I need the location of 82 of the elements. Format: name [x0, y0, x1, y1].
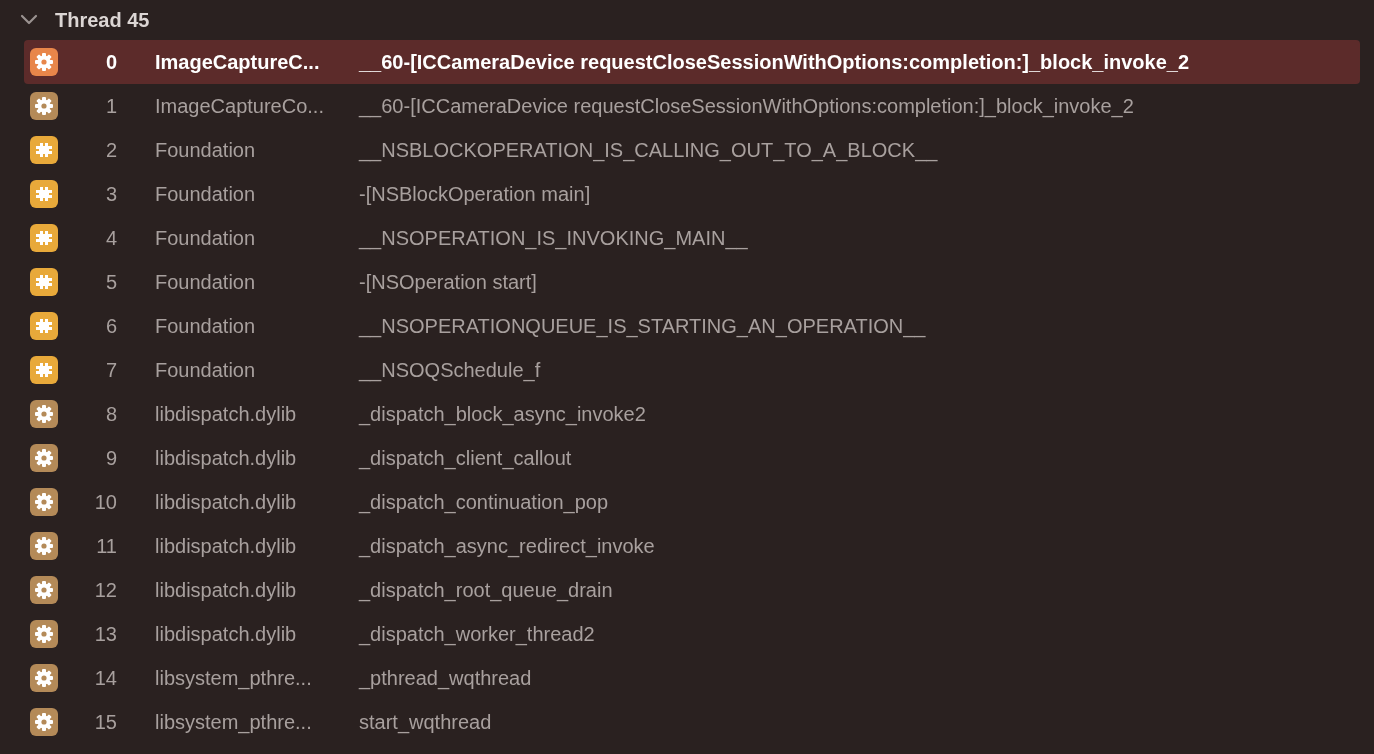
- stack-frame-row[interactable]: 1 ImageCaptureCo... __60-[ICCameraDevice requestCloseSessionWithOptions:completion:]_block_invoke_2: [24, 84, 1360, 128]
- module-name: Foundation: [155, 139, 256, 161]
- module-name: libdispatch.dylib: [155, 579, 297, 601]
- symbol-name: -[NSOperation start]: [359, 270, 537, 295]
- stack-frame-row[interactable]: 13 libdispatch.dylib _dispatch_worker_thread2: [24, 612, 1360, 656]
- stack-frame-row[interactable]: 6 Foundation __NSOPERATIONQUEUE_IS_STARTING_AN_OPERATION__: [24, 304, 1360, 348]
- symbol-name: _dispatch_root_queue_drain: [359, 578, 613, 604]
- plugin-icon: [30, 268, 58, 296]
- gear-icon: [30, 576, 58, 604]
- stack-frame-row[interactable]: 15 libsystem_pthre... start_wqthread: [24, 700, 1360, 744]
- module-name: Foundation: [155, 271, 256, 293]
- frame-number: 4: [105, 226, 117, 251]
- gear-icon: [30, 92, 58, 120]
- gear-icon: [30, 444, 58, 472]
- stack-frame-row[interactable]: 4 Foundation __NSOPERATION_IS_INVOKING_MAIN__: [24, 216, 1360, 260]
- module-name: libdispatch.dylib: [155, 491, 297, 513]
- frame-number: 15: [94, 710, 117, 735]
- symbol-name: _dispatch_worker_thread2: [359, 622, 595, 648]
- frame-number: 0: [105, 50, 117, 75]
- symbol-name: _dispatch_async_redirect_invoke: [359, 534, 655, 560]
- symbol-name: -[NSBlockOperation main]: [359, 182, 591, 207]
- gear-icon: [30, 620, 58, 648]
- frame-number: 5: [105, 270, 117, 295]
- symbol-name: __NSBLOCKOPERATION_IS_CALLING_OUT_TO_A_BLOCK__: [359, 138, 938, 164]
- module-name: ImageCaptureCo...: [155, 95, 324, 117]
- module-name: libdispatch.dylib: [155, 623, 297, 645]
- stack-frame-row[interactable]: 3 Foundation -[NSBlockOperation main]: [24, 172, 1360, 216]
- frame-number: 12: [94, 578, 117, 603]
- module-name: Foundation: [155, 315, 256, 337]
- symbol-name: __NSOPERATION_IS_INVOKING_MAIN__: [359, 226, 748, 252]
- stack-frame-row[interactable]: 2 Foundation __NSBLOCKOPERATION_IS_CALLING_OUT_TO_A_BLOCK__: [24, 128, 1360, 172]
- frame-number: 7: [105, 358, 117, 383]
- stack-frame-row[interactable]: 8 libdispatch.dylib _dispatch_block_async_invoke2: [24, 392, 1360, 436]
- gear-icon: [30, 400, 58, 428]
- plugin-icon: [30, 356, 58, 384]
- chevron-icon[interactable]: [20, 14, 38, 26]
- symbol-name: __60-[ICCameraDevice requestCloseSessionWithOptions:completion:]_block_invoke_2: [359, 50, 1190, 75]
- plugin-icon: [30, 136, 58, 164]
- stack-frame-row[interactable]: 9 libdispatch.dylib _dispatch_client_callout: [24, 436, 1360, 480]
- symbol-name: _dispatch_client_callout: [359, 446, 572, 472]
- symbol-name: _dispatch_continuation_pop: [359, 490, 609, 516]
- frame-number: 1: [105, 94, 117, 119]
- symbol-name: _dispatch_block_async_invoke2: [359, 402, 646, 428]
- stack-frame-row[interactable]: 5 Foundation -[NSOperation start]: [24, 260, 1360, 304]
- module-name: libdispatch.dylib: [155, 447, 297, 469]
- stack-frame-row[interactable]: 10 libdispatch.dylib _dispatch_continuation_pop: [24, 480, 1360, 524]
- module-name: ImageCaptureC...: [155, 51, 320, 73]
- gear-icon: [30, 708, 58, 736]
- module-name: libdispatch.dylib: [155, 403, 297, 425]
- symbol-name: __NSOPERATIONQUEUE_IS_STARTING_AN_OPERATION__: [359, 314, 926, 340]
- frame-number: 9: [105, 446, 117, 471]
- stack-frame-row[interactable]: 11 libdispatch.dylib _dispatch_async_redirect_invoke: [24, 524, 1360, 568]
- symbol-name: start_wqthread: [359, 710, 492, 736]
- frame-number: 11: [96, 534, 117, 559]
- frame-number: 10: [94, 490, 117, 515]
- symbol-name: _pthread_wqthread: [359, 666, 532, 692]
- gear-icon: [30, 488, 58, 516]
- plugin-icon: [30, 224, 58, 252]
- symbol-name: __60-[ICCameraDevice requestCloseSessionWithOptions:completion:]_block_invoke_2: [359, 94, 1134, 120]
- plugin-icon: [30, 180, 58, 208]
- module-name: Foundation: [155, 359, 256, 381]
- frame-number: 13: [94, 622, 117, 647]
- module-name: libsystem_pthre...: [155, 667, 312, 689]
- stack-frame-row[interactable]: 12 libdispatch.dylib _dispatch_root_queue_drain: [24, 568, 1360, 612]
- thread-title: Thread 45: [55, 8, 150, 33]
- gear-icon: [30, 532, 58, 560]
- stack-frame-row[interactable]: 7 Foundation __NSOQSchedule_f: [24, 348, 1360, 392]
- frame-number: 6: [105, 314, 117, 339]
- gear-icon: [30, 664, 58, 692]
- stack-frame-row[interactable]: 14 libsystem_pthre... _pthread_wqthread: [24, 656, 1360, 700]
- module-name: libdispatch.dylib: [155, 535, 297, 557]
- stack-frame-row[interactable]: 0 ImageCaptureC... __60-[ICCameraDevice requestCloseSessionWithOptions:completion:]_block_invoke_2: [24, 40, 1360, 84]
- gear-icon: [30, 48, 58, 76]
- symbol-name: __NSOQSchedule_f: [359, 358, 541, 384]
- frame-number: 8: [105, 402, 117, 427]
- plugin-icon: [30, 312, 58, 340]
- module-name: Foundation: [155, 227, 256, 249]
- frame-number: 2: [105, 138, 117, 163]
- frame-number: 14: [94, 666, 117, 691]
- frame-number: 3: [105, 182, 117, 207]
- module-name: libsystem_pthre...: [155, 711, 312, 733]
- module-name: Foundation: [155, 183, 256, 205]
